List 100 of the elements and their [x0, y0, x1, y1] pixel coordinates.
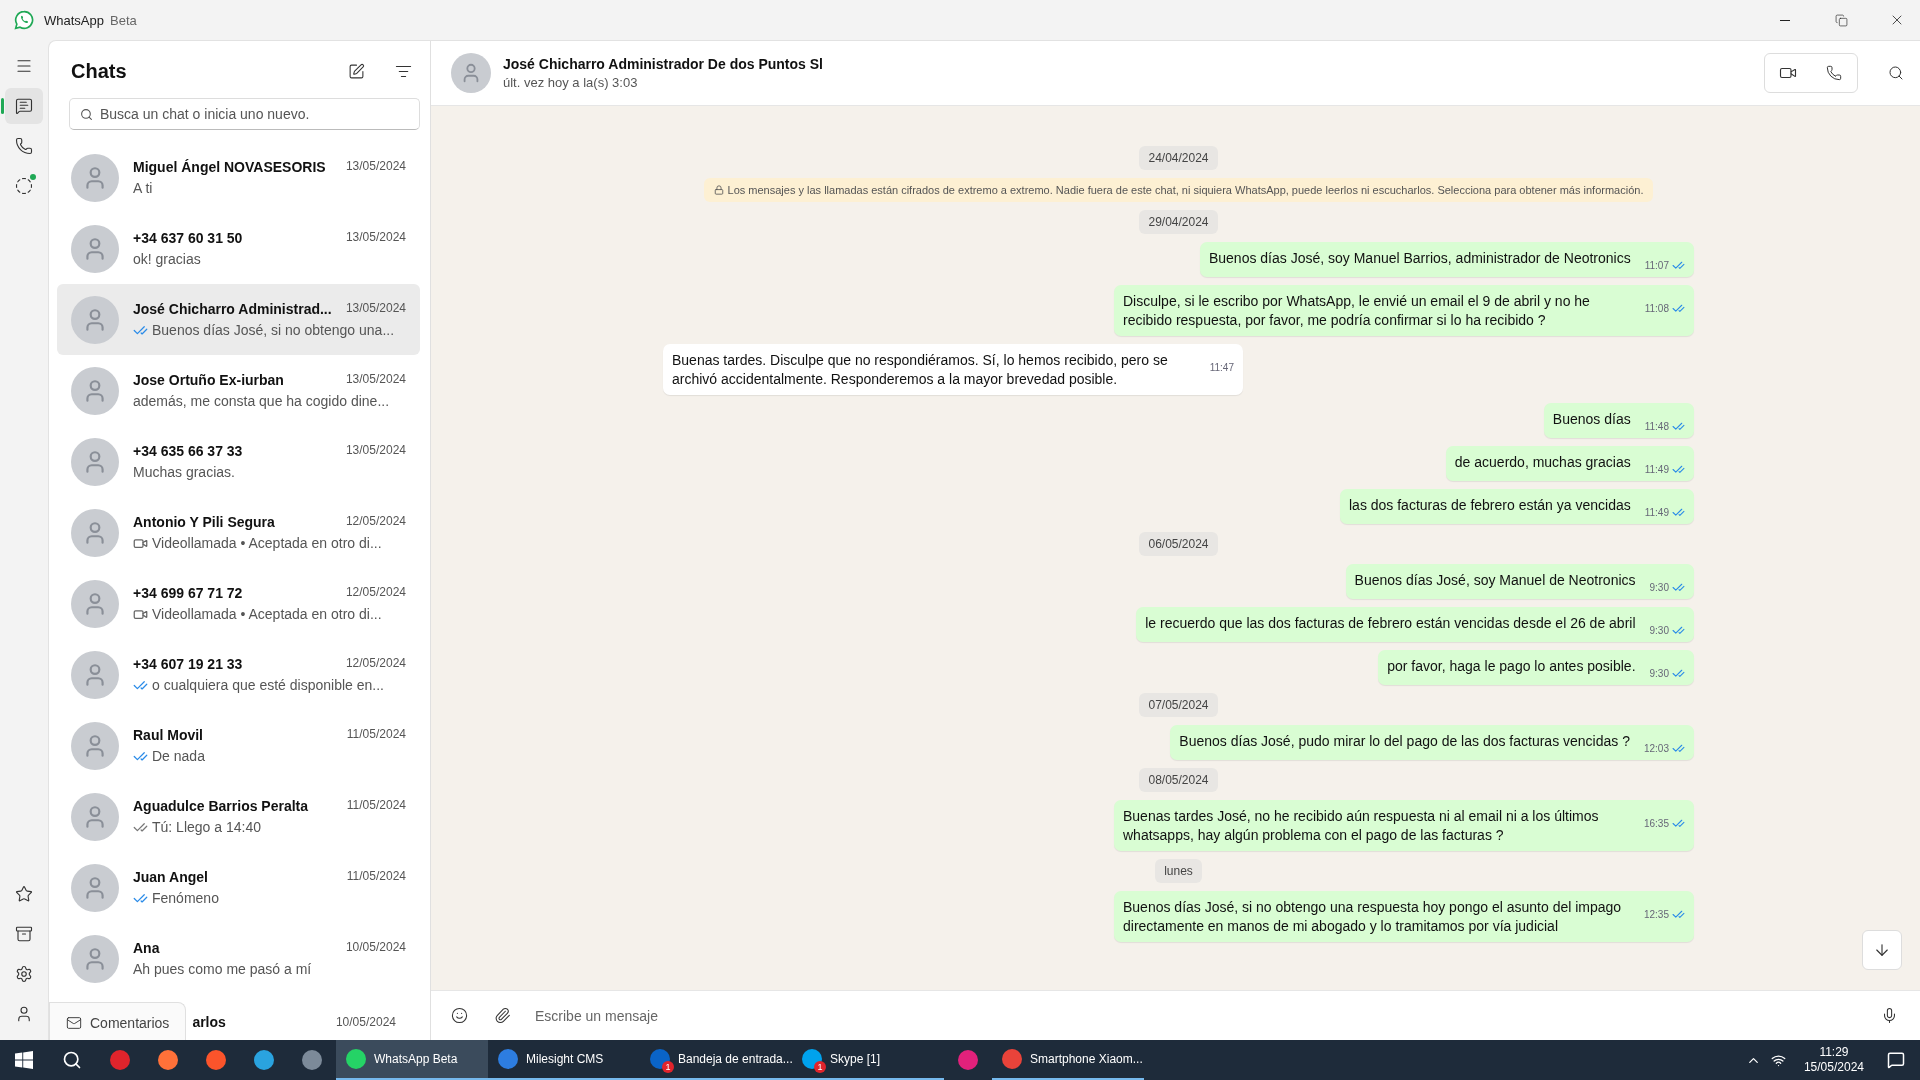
filter-icon — [395, 63, 412, 80]
app-icon — [498, 1049, 518, 1069]
lock-icon — [713, 185, 724, 195]
chat-list-item[interactable]: Ana 10/05/2024 Ah pues como me pasó a mí — [57, 923, 420, 994]
date-chip: 07/05/2024 — [1139, 693, 1218, 717]
message-time: 11:49 — [1644, 463, 1669, 477]
contact-name: Raul Movil — [133, 727, 203, 743]
app-icon — [254, 1050, 274, 1070]
message-time: 9:30 — [1649, 667, 1669, 681]
microphone-icon — [1881, 1007, 1898, 1024]
chat-date: 10/05/2024 — [335, 1015, 396, 1029]
chat-list-item[interactable]: +34 699 67 71 72 12/05/2024 Videollamada • Aceptada en otro di... — [57, 568, 420, 639]
message-preview: Fenómeno — [152, 890, 219, 906]
message-text: Disculpe, si le escribo por WhatsApp, le envié un email el 9 de abril y no he recibido respuesta, por favor, me podría confirmar si lo ha recibido ? — [1123, 293, 1590, 328]
arrow-down-icon — [1873, 941, 1891, 959]
message-text: Buenos días José, si no obtengo una respuesta hoy pongo el asunto del impago directamente en manos de mi abogado y lo tramitamos por vía judicial — [1123, 899, 1622, 934]
chat-list-item[interactable]: Miguel Ángel NOVASESORIS 13/05/2024 A ti — [57, 142, 420, 213]
notice-text: Los mensajes y las llamadas están cifrados de extremo a extremo. Nadie fuera de este chat, ni siquiera WhatsApp, puede leerlos ni escucharlos. Selecciona para obtener más información. — [727, 184, 1644, 196]
message-time: 9:30 — [1649, 624, 1669, 638]
chat-date: 12/05/2024 — [345, 656, 406, 672]
message-time: 11:48 — [1644, 420, 1669, 434]
chat-date: 12/05/2024 — [345, 514, 406, 530]
avatar-icon — [15, 1005, 33, 1023]
chat-list-item[interactable]: arlos 10/05/2024 — [186, 1002, 420, 1040]
search-field[interactable]: Busca un chat o inicia uno nuevo. — [69, 98, 420, 130]
star-icon — [15, 885, 33, 903]
chat-date: 11/05/2024 — [346, 727, 406, 743]
contact-name: Juan Angel — [133, 869, 208, 885]
message-time: 11:49 — [1644, 506, 1669, 520]
app-icon — [958, 1050, 978, 1070]
chat-list-item[interactable]: Aguadulce Barrios Peralta 11/05/2024 Tú: Llego a 14:40 — [57, 781, 420, 852]
message-preview: Muchas gracias. — [133, 464, 235, 480]
status-icon — [15, 177, 33, 195]
taskbar-window[interactable]: 1 Skype [1] — [792, 1040, 944, 1080]
contact-name: +34 607 19 21 33 — [133, 656, 243, 672]
chat-date: 13/05/2024 — [345, 301, 406, 317]
date-chip: 08/05/2024 — [1139, 768, 1218, 792]
taskbar-window[interactable]: WhatsApp Beta — [336, 1040, 488, 1080]
chat-list-item[interactable]: José Chicharro Administrad... 13/05/2024 Buenos días José, si no obtengo una... — [57, 284, 420, 355]
message-text: Buenos días José, soy Manuel Barrios, administrador de Neotronics — [1208, 250, 1631, 266]
message-preview: Ah pues como me pasó a mí — [133, 961, 312, 977]
chat-list-item[interactable]: +34 635 66 37 33 13/05/2024 Muchas gracias. — [57, 426, 420, 497]
chats-icon — [15, 97, 33, 115]
search-icon — [62, 1050, 82, 1070]
feedback-button[interactable]: Comentarios — [49, 1002, 187, 1040]
app-icon — [302, 1050, 322, 1070]
chat-date: 10/05/2024 — [345, 940, 406, 956]
app-icon — [1002, 1049, 1022, 1069]
chat-list-item[interactable]: +34 637 60 31 50 13/05/2024 ok! gracias — [57, 213, 420, 284]
smiley-icon — [451, 1007, 468, 1024]
paperclip-icon — [494, 1007, 511, 1024]
network-icon — [1770, 1052, 1786, 1068]
window-title: WhatsApp — [44, 12, 104, 28]
message-preview: Videollamada • Aceptada en otro di... — [152, 535, 382, 551]
contact-name: +34 635 66 37 33 — [133, 443, 243, 459]
taskbar-window[interactable]: 1 Bandeja de entrada... — [640, 1040, 792, 1080]
contact-name: Jose Ortuño Ex-iurban — [133, 372, 284, 388]
date-chip: 06/05/2024 — [1139, 532, 1218, 556]
message-preview: Tú: Llego a 14:40 — [152, 819, 261, 835]
chat-list-item[interactable]: Antonio Y Pili Segura 12/05/2024 Videollamada • Aceptada en otro di... — [57, 497, 420, 568]
app-logo-icon — [14, 10, 34, 30]
message-time: 12:03 — [1643, 742, 1669, 756]
message-text: Buenos días José, pudo mirar lo del pago de las dos facturas vencidas ? — [1179, 733, 1630, 749]
menu-icon — [15, 57, 33, 75]
search-icon — [1888, 65, 1904, 81]
contact-name: José Chicharro Administrador De dos Puntos Sl — [503, 56, 824, 72]
message-text: de acuerdo, muchas gracias — [1454, 454, 1631, 470]
scroll-down-button[interactable] — [1862, 930, 1902, 970]
message-time: 11:08 — [1644, 302, 1669, 316]
pencil-square-icon — [348, 63, 365, 80]
message-text: por favor, haga le pago lo antes posible. — [1387, 658, 1636, 674]
message-preview: De nada — [152, 748, 205, 764]
chat-list-item[interactable]: Jose Ortuño Ex-iurban 13/05/2024 además, me consta que ha cogido dine... — [57, 355, 420, 426]
message-text: Buenas tardes José, no he recibido aún respuesta ni al email ni a los últimos whatsapps, hay algún problema con el pago de las facturas ? — [1123, 808, 1599, 843]
encryption-notice[interactable]: Los mensajes y las llamadas están cifrados de extremo a extremo. Nadie fuera de este chat, ni siquiera WhatsApp, puede leerlos ni escucharlos. Selecciona para obtener más información. — [703, 178, 1654, 202]
app-icon — [158, 1050, 178, 1070]
app-icon — [110, 1050, 130, 1070]
taskbar-window[interactable]: Smartphone Xiaom... — [992, 1040, 1144, 1080]
search-icon — [80, 108, 93, 121]
message-preview: o cualquiera que esté disponible en... — [152, 677, 384, 693]
notification-badge: 1 — [814, 1061, 826, 1073]
message-preview: Videollamada • Aceptada en otro di... — [152, 606, 382, 622]
phone-icon — [15, 137, 33, 155]
date-chip: 24/04/2024 — [1139, 146, 1218, 170]
taskbar-window[interactable]: Milesight CMS — [488, 1040, 640, 1080]
chat-list-item[interactable]: +34 607 19 21 33 12/05/2024 o cualquiera que esté disponible en... — [57, 639, 420, 710]
contact-name: Miguel Ángel NOVASESORIS — [133, 159, 326, 175]
chats-title: Chats — [71, 60, 128, 83]
chat-list-item[interactable]: Raul Movil 11/05/2024 De nada — [57, 710, 420, 781]
contact-name: Antonio Y Pili Segura — [133, 514, 275, 530]
chat-date: 13/05/2024 — [345, 443, 406, 459]
clock-date: 15/05/2024 — [1803, 1060, 1864, 1075]
clock-time: 11:29 — [1819, 1045, 1849, 1060]
contact-name: +34 699 67 71 72 — [133, 585, 243, 601]
message-text: las dos facturas de febrero están ya vencidas — [1349, 497, 1631, 513]
chat-date: 11/05/2024 — [346, 869, 406, 885]
notification-badge: 1 — [662, 1061, 674, 1073]
chat-list-item[interactable]: Juan Angel 11/05/2024 Fenómeno — [57, 852, 420, 923]
message-time: 16:35 — [1643, 817, 1669, 831]
unread-dot — [30, 174, 36, 180]
